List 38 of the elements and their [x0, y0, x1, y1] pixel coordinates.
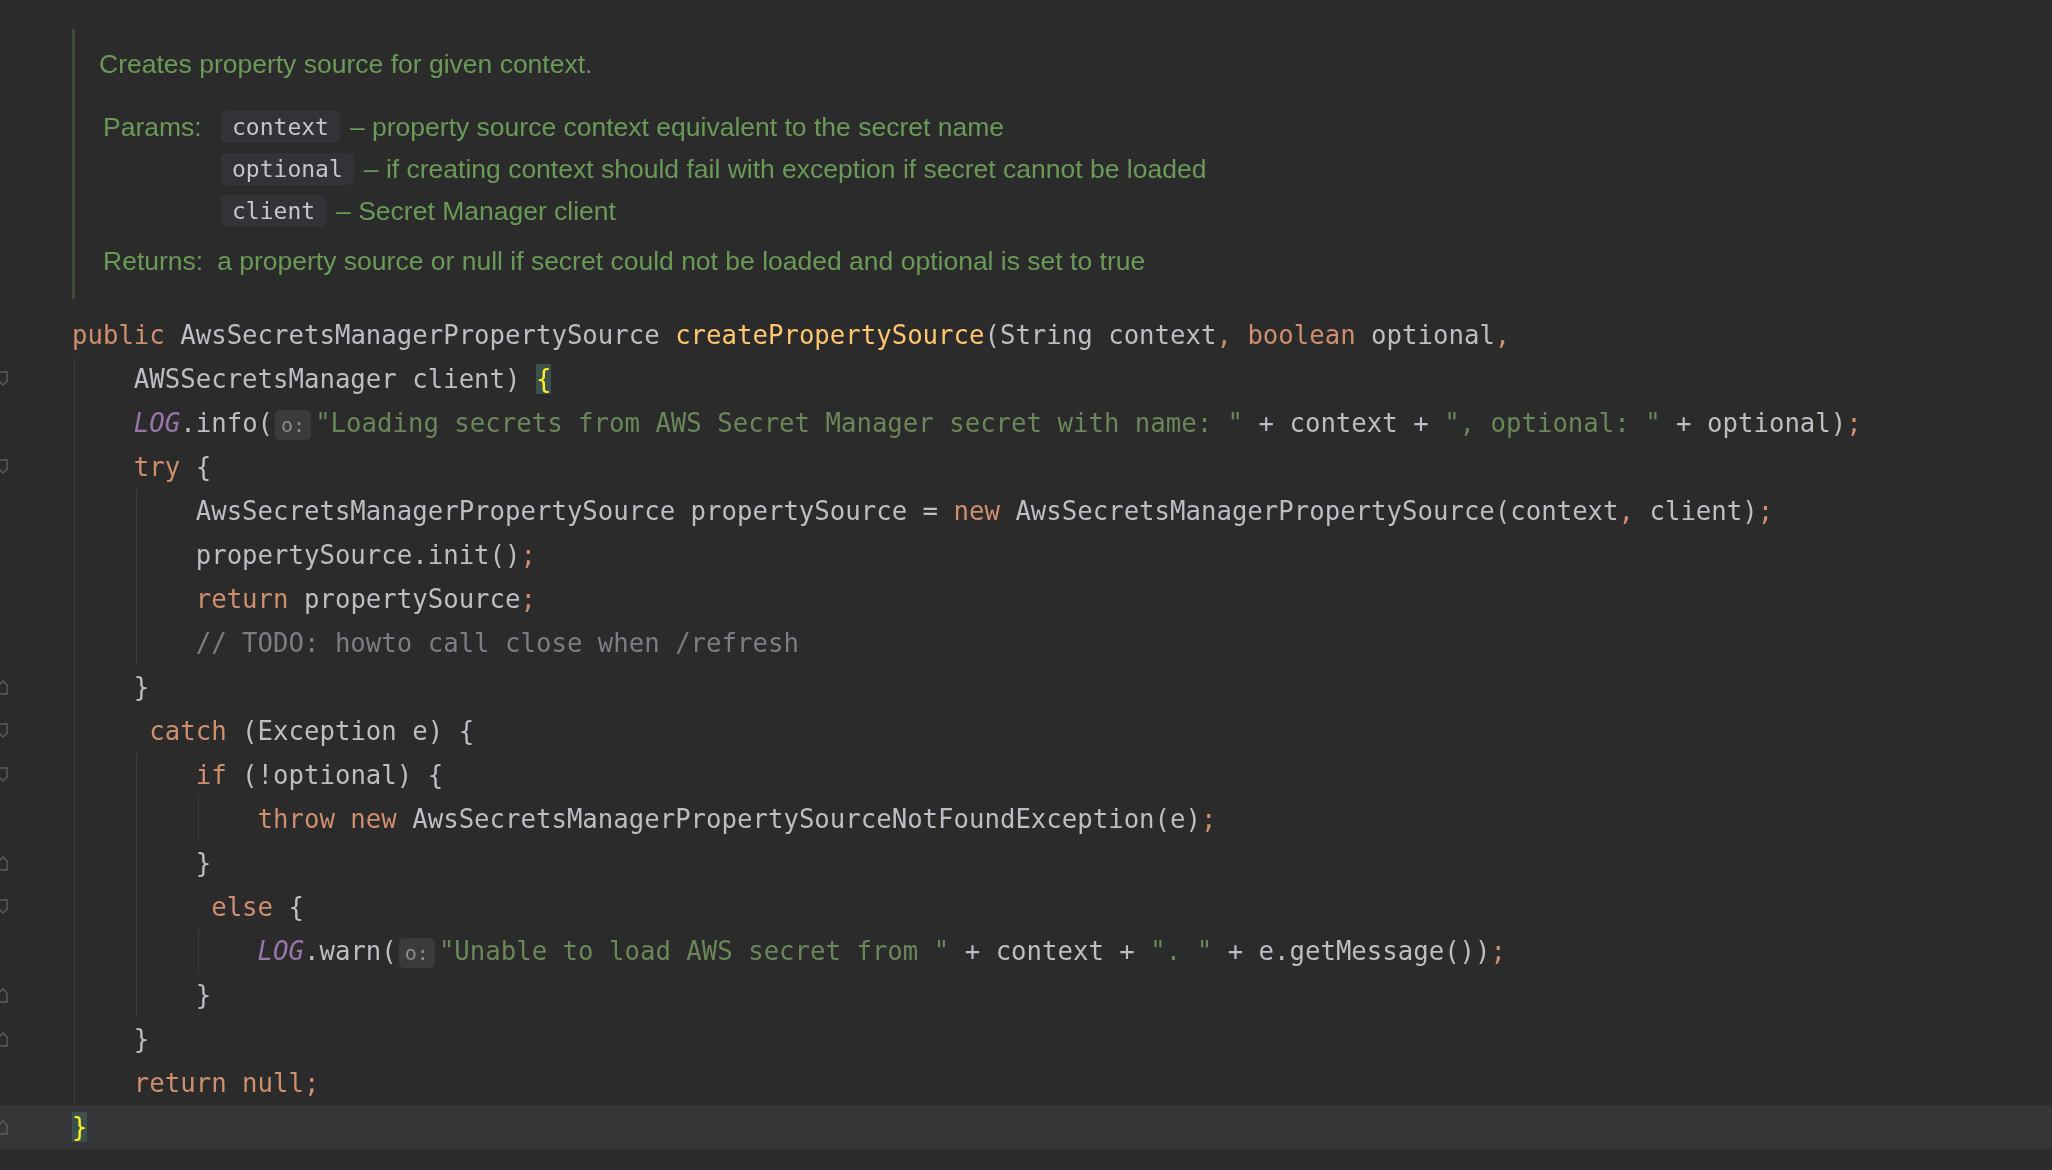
unfold-icon[interactable]: [0, 854, 8, 872]
code-line: return null;: [132, 1067, 321, 1100]
code-line: }: [132, 671, 151, 704]
doc-label: Params:: [103, 111, 203, 144]
fold-icon[interactable]: [0, 458, 8, 476]
param-name: context: [221, 111, 340, 143]
code-line: }: [132, 1023, 151, 1056]
param-description: – property source context equivalent to the secret name: [349, 111, 1004, 143]
fold-icon[interactable]: [0, 722, 8, 740]
code-line: AWSSecretsManager client) {: [132, 363, 553, 396]
code-line: if (!optional) {: [194, 759, 445, 792]
code-line: }: [194, 847, 213, 880]
code-line: else {: [210, 891, 305, 924]
param-name: client: [221, 195, 327, 227]
code-line: LOG.warn( o: "Unable to load AWS secret from " + context + ". " + e.getMessage());: [256, 935, 1507, 970]
param-name: optional: [221, 153, 354, 185]
doc-text: a property source or null if secret could not be loaded and optional is set to true: [217, 245, 1146, 278]
param-description: – if creating context should fail with exception if secret cannot be loaded: [363, 153, 1207, 185]
code-line: LOG.info( o: "Loading secrets from AWS Secret Manager secret with name: " + context + ", optional: " + optional);: [132, 407, 1863, 442]
unfold-icon[interactable]: [0, 678, 8, 696]
code-line: // TODO: howto call close when /refresh: [194, 627, 800, 660]
code-line: propertySource.init();: [194, 539, 537, 572]
code-line: catch (Exception e) {: [148, 715, 476, 748]
param-description: – Secret Manager client: [336, 195, 616, 227]
code-line: }: [194, 979, 213, 1012]
code-line: AwsSecretsManagerPropertySource propertySource = new AwsSecretsManagerPropertySource(context, client);: [194, 495, 1775, 528]
unfold-icon[interactable]: [0, 1118, 8, 1136]
doc-text: Creates property source for given context.: [99, 49, 594, 79]
fold-icon[interactable]: [0, 766, 8, 784]
code-line: try {: [132, 451, 213, 484]
doc-label: Returns:: [103, 245, 204, 278]
unfold-icon[interactable]: [0, 1030, 8, 1048]
fold-icon[interactable]: [0, 898, 8, 916]
code-line: public AwsSecretsManagerPropertySource createPropertySource(String context, boolean optional,: [72, 319, 1512, 352]
code-line: throw new AwsSecretsManagerPropertySourceNotFoundException(e);: [256, 803, 1218, 836]
unfold-icon[interactable]: [0, 986, 8, 1004]
code-line: return propertySource;: [194, 583, 537, 616]
fold-icon[interactable]: [0, 370, 8, 388]
